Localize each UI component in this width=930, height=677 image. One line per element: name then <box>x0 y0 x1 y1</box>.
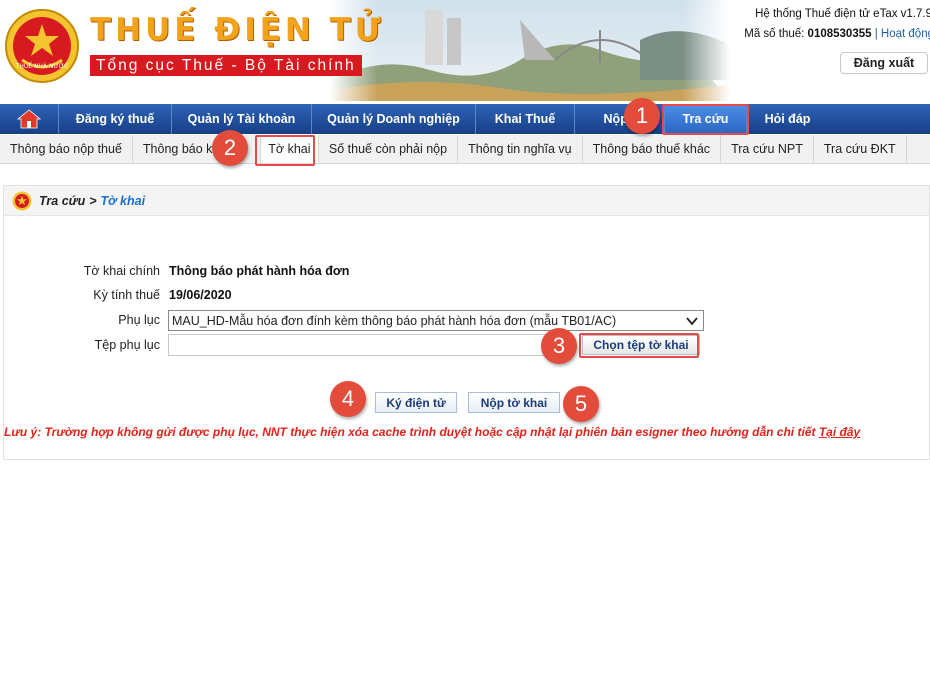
declaration-label: Tờ khai chính <box>83 264 160 278</box>
note-link[interactable]: Tại đây <box>819 425 860 439</box>
period-value: 19/06/2020 <box>169 288 232 302</box>
highlight-lookup-tab <box>662 104 749 135</box>
emblem-icon <box>12 191 32 210</box>
breadcrumb: Tra cứu > Tờ khai <box>4 186 929 216</box>
emblem-text: THUẾ NHÀ NƯỚC <box>15 62 69 70</box>
highlight-choose-file-button <box>579 333 699 358</box>
sub-item-other-notice[interactable]: Thông báo thuế khác <box>583 135 722 163</box>
note-prefix: Lưu ý: <box>4 425 42 439</box>
chevron-down-icon <box>686 317 698 326</box>
period-label: Kỳ tính thuế <box>93 288 160 302</box>
appendix-file-label: Tệp phụ lục <box>94 338 160 352</box>
tax-id-label: Mã số thuế: <box>744 28 805 40</box>
sign-button[interactable]: Ký điện tử <box>375 392 457 413</box>
breadcrumb-root[interactable]: Tra cứu <box>39 194 85 208</box>
note-text: Lưu ý: Trường hợp không gửi được phụ lục… <box>4 425 929 439</box>
sub-item-lookup-npt[interactable]: Tra cứu NPT <box>721 135 814 163</box>
activity-link[interactable]: Hoạt động <box>881 28 930 40</box>
brand-title: THUẾ ĐIỆN TỬ <box>90 12 385 48</box>
declaration-panel: Tra cứu > Tờ khai Tờ khai chính Thông bá… <box>3 185 930 460</box>
brand-subtitle: Tổng cục Thuế - Bộ Tài chính <box>90 55 362 76</box>
nav-item-tax-declaration[interactable]: Khai Thuế <box>475 104 574 134</box>
note-body: Trường hợp không gửi được phụ lục, NNT t… <box>41 425 819 439</box>
tax-id-value: 0108530355 <box>807 28 872 40</box>
sub-item-tax-payment-notice[interactable]: Thông báo nộp thuế <box>0 135 133 163</box>
highlight-declaration-subtab <box>255 135 315 166</box>
nav-item-tax-registration[interactable]: Đăng ký thuế <box>58 104 171 134</box>
step-marker-1: 1 <box>624 98 660 134</box>
nav-home[interactable] <box>0 104 58 134</box>
system-name: Hệ thống Thuế điện tử eTax v1.7.9 <box>755 8 930 20</box>
appendix-file-input[interactable] <box>168 334 556 356</box>
step-marker-3: 3 <box>541 328 577 364</box>
step-marker-5: 5 <box>563 386 599 422</box>
step-marker-4: 4 <box>330 381 366 417</box>
sub-item-lookup-dkt[interactable]: Tra cứu ĐKT <box>814 135 907 163</box>
appendix-selected-value: MAU_HD-Mẫu hóa đơn đính kèm thông báo ph… <box>172 313 617 328</box>
step-marker-2: 2 <box>212 130 248 166</box>
submit-declaration-button[interactable]: Nộp tờ khai <box>468 392 560 413</box>
logout-button[interactable]: Đăng xuất <box>840 52 928 74</box>
appendix-label: Phụ lục <box>118 313 160 327</box>
site-header: THUẾ NHÀ NƯỚC THUẾ ĐIỆN TỬ Tổng cục Thuế… <box>0 0 930 101</box>
separator: | <box>874 28 878 40</box>
declaration-value: Thông báo phát hành hóa đơn <box>169 264 350 278</box>
home-icon <box>17 109 41 129</box>
sub-nav: Thông báo nộp thuế Thông báo kh Tờ khai … <box>0 135 930 164</box>
nav-item-business-management[interactable]: Quản lý Doanh nghiệp <box>311 104 475 134</box>
appendix-select[interactable]: MAU_HD-Mẫu hóa đơn đính kèm thông báo ph… <box>168 310 704 331</box>
nav-item-faq[interactable]: Hỏi đáp <box>746 104 828 134</box>
breadcrumb-current: Tờ khai <box>100 193 146 208</box>
breadcrumb-separator: > <box>89 193 97 208</box>
sub-item-obligation-info[interactable]: Thông tin nghĩa vụ <box>458 135 583 163</box>
main-nav: Đăng ký thuế Quản lý Tài khoản Quản lý D… <box>0 104 930 134</box>
nav-item-account-management[interactable]: Quản lý Tài khoản <box>171 104 311 134</box>
tax-id-row: Mã số thuế: 0108530355 | Hoạt động <box>744 28 930 40</box>
sub-item-tax-outstanding[interactable]: Số thuế còn phải nộp <box>319 135 459 163</box>
tax-emblem-logo: THUẾ NHÀ NƯỚC <box>5 9 79 83</box>
